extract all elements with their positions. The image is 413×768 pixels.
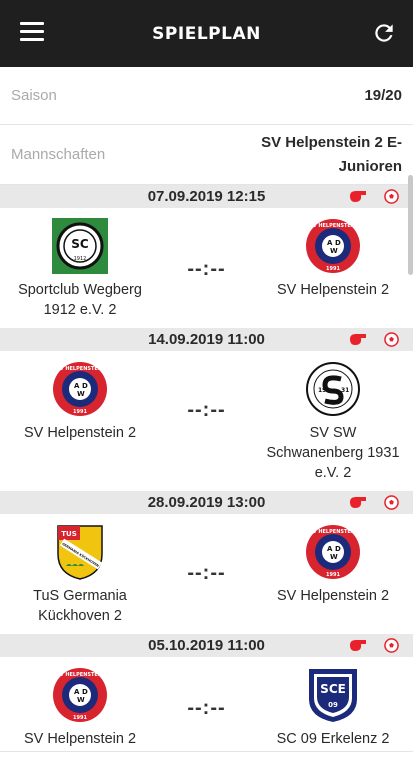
helpenstein-year: 1991: [326, 266, 340, 272]
whistle-icon[interactable]: [349, 639, 367, 652]
match-score: --:--: [187, 697, 226, 719]
helpenstein-letter-a: A: [327, 239, 333, 247]
match-date-bar: 07.09.2019 12:15: [0, 185, 413, 208]
helpenstein-letter-d: D: [335, 239, 341, 247]
team-value[interactable]: SV Helpenstein 2 E- Junioren: [252, 131, 402, 179]
tus-germania-logo: TUS GERMANIA KÜCKHOVEN: [57, 525, 103, 580]
match-date: 28.09.2019 13:00: [147, 494, 266, 511]
home-team-name: TuS Germania Kückhoven 2: [33, 588, 127, 624]
helpenstein-letter-a: A: [327, 545, 333, 553]
away-team-name: SV Helpenstein 2: [276, 588, 390, 604]
sc-09-erkelenz-logo: SCE 09: [309, 669, 357, 722]
helpenstein-ring-text: SV HELPENSTEIN: [309, 223, 357, 229]
away-team[interactable]: SV HELPENSTEIN A D W 1991 SV Helpenstein…: [253, 514, 413, 606]
schwanenberg-year-right: 31: [341, 387, 349, 394]
match-score: --:--: [187, 562, 226, 584]
match-row[interactable]: TUS GERMANIA KÜCKHOVEN TuS Germania Kück…: [0, 514, 413, 634]
season-label: Saison: [11, 87, 57, 104]
schwanenberg-year-left: 19: [318, 387, 326, 394]
scrollbar[interactable]: [408, 175, 413, 275]
sv-helpenstein-logo: SV HELPENSTEIN A D W 1991: [306, 525, 360, 579]
season-filter[interactable]: Saison 19/20: [0, 67, 413, 125]
helpenstein-letter-a: A: [74, 688, 80, 696]
helpenstein-letter-w: W: [77, 696, 85, 704]
match-date: 05.10.2019 11:00: [148, 637, 265, 654]
sv-helpenstein-logo: SV HELPENSTEIN A D W 1991: [306, 219, 360, 273]
match-date-bar: 14.09.2019 11:00: [0, 328, 413, 351]
match-date-bar: 28.09.2019 13:00: [0, 491, 413, 514]
away-team[interactable]: 19 31 SV SW Schwanenberg 1931 e.V. 2: [253, 351, 413, 483]
soccer-ball-icon[interactable]: [384, 495, 399, 510]
whistle-icon[interactable]: [349, 496, 367, 509]
away-team-name: SV SW Schwanenberg 1931 e.V. 2: [266, 425, 400, 481]
sc-wegberg-logo: SC 1912: [52, 218, 108, 274]
match-score: --:--: [187, 399, 226, 421]
season-value[interactable]: 19/20: [364, 84, 402, 108]
home-team-name: Sportclub Wegberg 1912 e.V. 2: [18, 282, 142, 318]
sv-helpenstein-logo: SV HELPENSTEIN A D W 1991: [53, 362, 107, 416]
helpenstein-year: 1991: [326, 572, 340, 578]
team-label: Mannschaften: [11, 146, 106, 163]
whistle-icon[interactable]: [349, 190, 367, 203]
away-team[interactable]: SV HELPENSTEIN A D W 1991 SV Helpenstein…: [253, 208, 413, 300]
hamburger-menu-icon[interactable]: [20, 22, 44, 42]
home-team[interactable]: TUS GERMANIA KÜCKHOVEN TuS Germania Kück…: [0, 514, 160, 626]
helpenstein-ring-text: SV HELPENSTEIN: [309, 529, 357, 535]
helpenstein-letter-a: A: [74, 382, 80, 390]
wegberg-logo-year: 1912: [74, 256, 87, 262]
sv-sw-schwanenberg-logo: 19 31: [306, 362, 360, 416]
team-value-line-1: SV Helpenstein 2 E-: [261, 133, 402, 151]
home-team[interactable]: SC 1912 Sportclub Wegberg 1912 e.V. 2: [0, 208, 160, 320]
home-team-name: SV Helpenstein 2: [23, 731, 137, 747]
refresh-icon[interactable]: [371, 20, 397, 46]
page-title: SPIELPLAN: [152, 23, 261, 44]
away-team-name: SV Helpenstein 2: [276, 282, 390, 298]
helpenstein-letter-w: W: [77, 390, 85, 398]
helpenstein-letter-d: D: [335, 545, 341, 553]
helpenstein-letter-w: W: [330, 553, 338, 561]
match-date: 07.09.2019 12:15: [147, 188, 266, 205]
helpenstein-letter-d: D: [82, 382, 88, 390]
away-team-name: SC 09 Erkelenz 2: [276, 731, 390, 747]
helpenstein-ring-text: SV HELPENSTEIN: [56, 366, 104, 372]
match-row[interactable]: SC 1912 Sportclub Wegberg 1912 e.V. 2 --…: [0, 208, 413, 328]
home-team[interactable]: SV HELPENSTEIN A D W 1991 SV Helpenstein…: [0, 657, 160, 749]
app-bar: SPIELPLAN: [0, 0, 413, 67]
helpenstein-year: 1991: [73, 409, 87, 415]
soccer-ball-icon[interactable]: [384, 332, 399, 347]
wegberg-logo-text: SC: [71, 237, 89, 251]
helpenstein-letter-w: W: [330, 247, 338, 255]
erkelenz-logo-text: SCE: [320, 682, 346, 696]
germania-tus-text: TUS: [61, 530, 77, 538]
away-team[interactable]: SCE 09 SC 09 Erkelenz 2: [253, 657, 413, 749]
divider: [0, 751, 413, 752]
match-score: --:--: [187, 258, 226, 280]
helpenstein-ring-text: SV HELPENSTEIN: [56, 672, 104, 678]
soccer-ball-icon[interactable]: [384, 189, 399, 204]
helpenstein-letter-d: D: [82, 688, 88, 696]
home-team-name: SV Helpenstein 2: [23, 425, 137, 441]
match-row[interactable]: SV HELPENSTEIN A D W 1991 SV Helpenstein…: [0, 351, 413, 491]
team-filter[interactable]: Mannschaften SV Helpenstein 2 E- Juniore…: [0, 125, 413, 185]
match-date-bar: 05.10.2019 11:00: [0, 634, 413, 657]
erkelenz-logo-year: 09: [328, 701, 338, 709]
match-date: 14.09.2019 11:00: [148, 331, 265, 348]
whistle-icon[interactable]: [349, 333, 367, 346]
home-team[interactable]: SV HELPENSTEIN A D W 1991 SV Helpenstein…: [0, 351, 160, 443]
sv-helpenstein-logo: SV HELPENSTEIN A D W 1991: [53, 668, 107, 722]
helpenstein-year: 1991: [73, 715, 87, 721]
match-row[interactable]: SV HELPENSTEIN A D W 1991 SV Helpenstein…: [0, 657, 413, 757]
team-value-line-2: Junioren: [338, 157, 402, 175]
soccer-ball-icon[interactable]: [384, 638, 399, 653]
